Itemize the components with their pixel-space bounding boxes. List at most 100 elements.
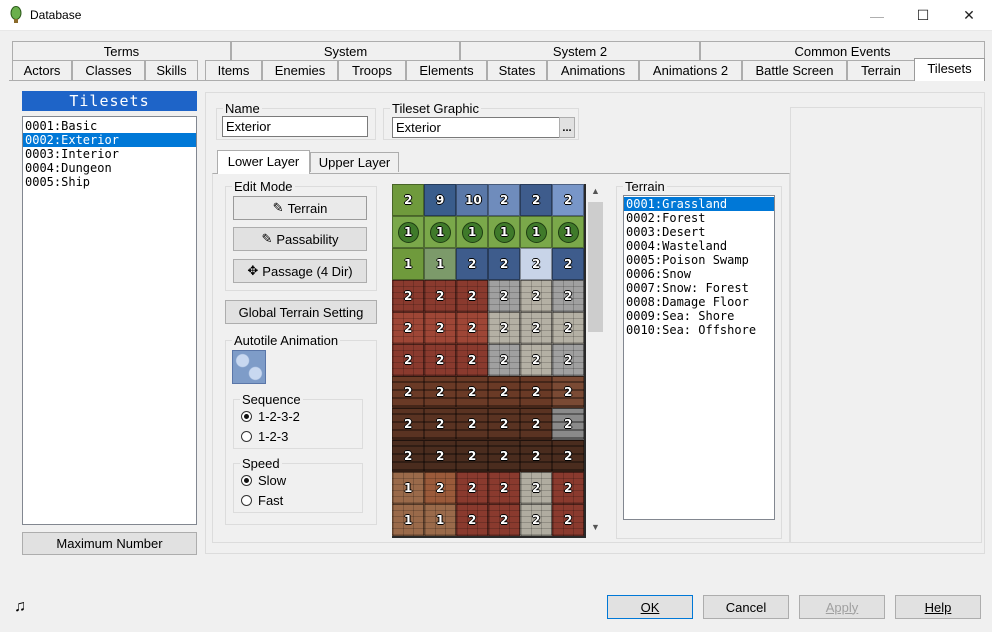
tile[interactable]: 2 — [552, 312, 584, 344]
tile[interactable]: 2 — [392, 376, 424, 408]
tab-classes[interactable]: Classes — [72, 60, 145, 80]
tileset-item[interactable]: 0003:Interior — [23, 147, 196, 161]
tile[interactable]: 1 — [424, 216, 456, 248]
tile[interactable]: 1 — [424, 248, 456, 280]
tile[interactable]: 2 — [488, 312, 520, 344]
name-input[interactable]: Exterior — [222, 116, 368, 137]
terrain-item[interactable]: 0010:Sea: Offshore — [624, 323, 774, 337]
tab-lower-layer[interactable]: Lower Layer — [217, 150, 310, 174]
tile[interactable]: 2 — [520, 312, 552, 344]
tile[interactable]: 2 — [456, 280, 488, 312]
terrain-item[interactable]: 0004:Wasteland — [624, 239, 774, 253]
tab-terms[interactable]: Terms — [12, 41, 231, 61]
tile[interactable]: 2 — [552, 408, 584, 440]
browse-button[interactable]: ... — [559, 117, 575, 138]
tile[interactable]: 2 — [456, 344, 488, 376]
tile[interactable]: 2 — [392, 344, 424, 376]
tileset-item-selected[interactable]: 0002:Exterior — [23, 133, 196, 147]
tilesets-list[interactable]: 0001:Basic 0002:Exterior 0003:Interior 0… — [22, 116, 197, 525]
tile[interactable]: 2 — [456, 376, 488, 408]
tile[interactable]: 2 — [488, 472, 520, 504]
terrain-item[interactable]: 0007:Snow: Forest — [624, 281, 774, 295]
tile[interactable]: 2 — [424, 280, 456, 312]
tile[interactable]: 2 — [552, 248, 584, 280]
tile[interactable]: 2 — [456, 440, 488, 472]
terrain-item[interactable]: 0008:Damage Floor — [624, 295, 774, 309]
minimize-button[interactable]: — — [854, 0, 900, 31]
tab-troops[interactable]: Troops — [338, 60, 406, 80]
tileset-viewer[interactable]: 2 9 10 2 2 2 1 1 1 1 1 1 1 1 2 2 2 2 2 2 2 2 2 2 2 2 2 2 2 2 2 2 2 2 2 2 2 2 2… — [392, 184, 586, 538]
tile[interactable]: 2 — [392, 440, 424, 472]
terrain-item-selected[interactable]: 0001:Grassland — [624, 197, 774, 211]
terrain-item[interactable]: 0006:Snow — [624, 267, 774, 281]
tile[interactable]: 2 — [424, 312, 456, 344]
tile[interactable]: 2 — [488, 376, 520, 408]
tile[interactable]: 2 — [488, 280, 520, 312]
tile[interactable]: 1 — [456, 216, 488, 248]
tile[interactable]: 2 — [552, 280, 584, 312]
tab-actors[interactable]: Actors — [12, 60, 72, 80]
terrain-mode-button[interactable]: ✎ Terrain — [233, 196, 367, 220]
tile[interactable]: 2 — [392, 408, 424, 440]
tile[interactable]: 2 — [520, 248, 552, 280]
tab-animations-2[interactable]: Animations 2 — [639, 60, 742, 80]
tile[interactable]: 1 — [392, 248, 424, 280]
tile[interactable]: 1 — [488, 216, 520, 248]
terrain-item[interactable]: 0002:Forest — [624, 211, 774, 225]
passage-mode-button[interactable]: ✥ Passage (4 Dir) — [233, 259, 367, 283]
tab-upper-layer[interactable]: Upper Layer — [310, 152, 399, 172]
tab-animations[interactable]: Animations — [547, 60, 639, 80]
tile[interactable]: 1 — [552, 216, 584, 248]
tab-enemies[interactable]: Enemies — [262, 60, 338, 80]
tile[interactable]: 2 — [392, 312, 424, 344]
tab-items[interactable]: Items — [205, 60, 262, 80]
tile[interactable]: 2 — [488, 504, 520, 536]
tab-system-2[interactable]: System 2 — [460, 41, 700, 61]
tile[interactable]: 2 — [392, 184, 424, 216]
tile[interactable]: 2 — [488, 408, 520, 440]
speed-slow-radio[interactable]: Slow — [241, 473, 286, 488]
maximize-button[interactable]: ☐ — [900, 0, 946, 31]
tile[interactable]: 2 — [456, 312, 488, 344]
tileset-item[interactable]: 0001:Basic — [23, 119, 196, 133]
tile[interactable]: 1 — [424, 504, 456, 536]
sequence-1-2-3-radio[interactable]: 1-2-3 — [241, 429, 288, 444]
tab-battle-screen[interactable]: Battle Screen — [742, 60, 847, 80]
tile[interactable]: 1 — [392, 504, 424, 536]
tile[interactable]: 2 — [424, 376, 456, 408]
tab-elements[interactable]: Elements — [406, 60, 487, 80]
scroll-down-icon[interactable]: ▼ — [589, 522, 602, 534]
tile[interactable]: 2 — [520, 408, 552, 440]
scroll-up-icon[interactable]: ▲ — [589, 186, 602, 198]
terrain-item[interactable]: 0003:Desert — [624, 225, 774, 239]
tile[interactable]: 10 — [456, 184, 488, 216]
tile[interactable]: 2 — [456, 472, 488, 504]
tile[interactable]: 2 — [520, 504, 552, 536]
terrain-item[interactable]: 0009:Sea: Shore — [624, 309, 774, 323]
tile[interactable]: 2 — [552, 440, 584, 472]
tile[interactable]: 2 — [456, 408, 488, 440]
scroll-thumb[interactable] — [588, 202, 603, 332]
tile[interactable]: 2 — [456, 248, 488, 280]
close-button[interactable]: ✕ — [946, 0, 992, 31]
tile[interactable]: 2 — [552, 376, 584, 408]
passability-mode-button[interactable]: ✎ Passability — [233, 227, 367, 251]
tab-terrain[interactable]: Terrain — [847, 60, 915, 80]
tile[interactable]: 2 — [520, 376, 552, 408]
tile[interactable]: 2 — [520, 280, 552, 312]
tileset-item[interactable]: 0005:Ship — [23, 175, 196, 189]
tile[interactable]: 2 — [552, 504, 584, 536]
tile[interactable]: 2 — [424, 472, 456, 504]
ok-button[interactable]: OK — [607, 595, 693, 619]
tile[interactable]: 1 — [392, 216, 424, 248]
terrain-item[interactable]: 0005:Poison Swamp — [624, 253, 774, 267]
tab-skills[interactable]: Skills — [145, 60, 198, 80]
tile[interactable]: 2 — [552, 344, 584, 376]
tile[interactable]: 2 — [488, 184, 520, 216]
tile[interactable]: 1 — [392, 472, 424, 504]
terrain-list[interactable]: 0001:Grassland 0002:Forest 0003:Desert 0… — [623, 195, 775, 520]
tile[interactable]: 2 — [456, 504, 488, 536]
sequence-1-2-3-2-radio[interactable]: 1-2-3-2 — [241, 409, 300, 424]
tileset-graphic-input[interactable]: Exterior — [392, 117, 560, 138]
tile[interactable]: 2 — [520, 440, 552, 472]
